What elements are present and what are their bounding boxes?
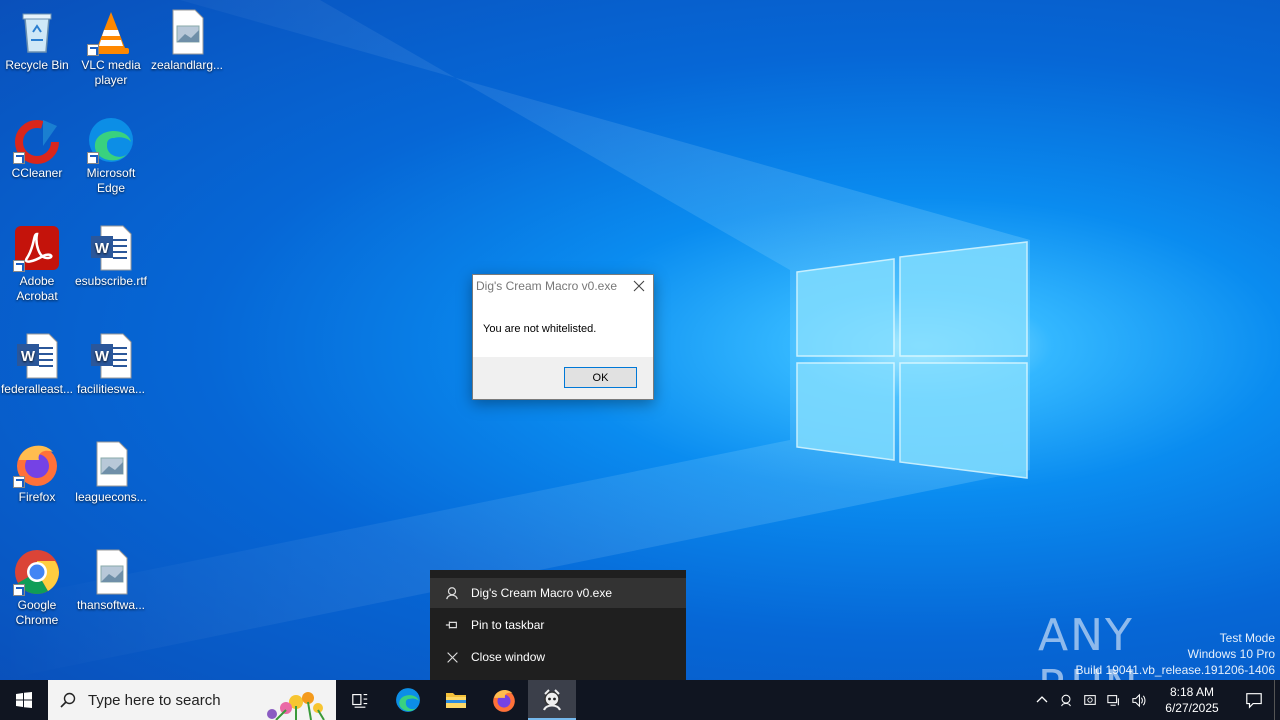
desktop-icon-label: zealandlarg... [150, 58, 224, 72]
desktop-icon-federalleast[interactable]: W federalleast... [0, 332, 75, 397]
desktop-icon-leaguecons[interactable]: leaguecons... [73, 440, 149, 505]
recycle-bin-icon [22, 13, 52, 53]
desktop-icon-thansoftwa[interactable]: thansoftwa... [73, 548, 149, 613]
chevron-up-icon [1036, 696, 1048, 703]
security-icon [1084, 695, 1096, 705]
desktop-icon-label: thansoftwa... [76, 598, 146, 612]
dialog-title: Dig's Cream Macro v0.exe [476, 279, 617, 293]
desktop-icon-zealandlarg[interactable]: zealandlarg... [149, 8, 225, 73]
close-icon [444, 649, 460, 665]
taskbar-edge[interactable] [384, 680, 432, 720]
desktop-icon-label: facilitieswa... [76, 382, 146, 396]
image-file-icon [172, 9, 204, 55]
taskbar: Type here to search 8:18 AM 6/27/2025 [0, 680, 1280, 720]
desktop-icon-esubscribe[interactable]: W esubscribe.rtf [73, 224, 149, 289]
desktop-icon-facilitieswa[interactable]: W facilitieswa... [73, 332, 149, 397]
desktop-icon-label: VLC media player [81, 58, 141, 87]
windows-start-icon [16, 692, 32, 708]
clock-date: 6/27/2025 [1165, 701, 1219, 715]
tray-security-icon[interactable] [1078, 680, 1102, 720]
shortcut-arrow-icon [13, 584, 25, 596]
taskbar-clock[interactable]: 8:18 AM 6/27/2025 [1156, 684, 1228, 716]
tray-network-icon[interactable] [1102, 680, 1126, 720]
desktop-icon-label: CCleaner [11, 166, 63, 180]
desktop-icon-label: Recycle Bin [5, 58, 69, 72]
test-mode-watermark: Test Mode Windows 10 Pro Build 19041.vb_… [1076, 630, 1276, 678]
image-file-icon [96, 549, 128, 595]
close-icon[interactable] [633, 280, 645, 292]
desktop-icon-label: leaguecons... [75, 490, 147, 504]
taskbar-firefox[interactable] [480, 680, 528, 720]
jumplist-item-label: Close window [471, 650, 546, 664]
svg-text:W: W [95, 240, 110, 257]
desktop-icon-recycle-bin[interactable]: Recycle Bin [0, 8, 75, 73]
desktop-icon-vlc[interactable]: VLC media player [73, 8, 149, 88]
taskbar-file-explorer[interactable] [432, 680, 480, 720]
start-button[interactable] [0, 680, 48, 720]
ok-button[interactable]: OK [564, 367, 637, 388]
desktop-icon-label: Adobe Acrobat [16, 274, 58, 303]
watermark-line3: Build 19041.vb_release.191206-1406 [1075, 663, 1276, 677]
volume-icon [1131, 693, 1145, 707]
shortcut-arrow-icon [87, 152, 99, 164]
tray-app-icon[interactable] [1054, 680, 1078, 720]
desktop-icon-firefox[interactable]: Firefox [0, 440, 75, 505]
action-center-button[interactable] [1234, 680, 1274, 720]
task-view-button[interactable] [336, 680, 384, 720]
search-box[interactable]: Type here to search [48, 680, 336, 720]
pin-icon [444, 617, 460, 633]
firefox-icon [493, 690, 515, 712]
jumplist-item-label: Pin to taskbar [471, 618, 545, 632]
task-view-icon [352, 694, 368, 708]
watermark-line2: Windows 10 Pro [1187, 647, 1275, 661]
app-icon [444, 585, 460, 601]
desktop-icon-edge[interactable]: Microsoft Edge [73, 116, 149, 196]
edge-icon [396, 688, 420, 712]
taskbar-jump-list: Dig's Cream Macro v0.exe Pin to taskbar … [430, 570, 686, 680]
taskbar-dig-cream-macro[interactable] [528, 680, 576, 720]
shortcut-arrow-icon [87, 44, 99, 56]
tray-volume-icon[interactable] [1126, 680, 1150, 720]
jumplist-item-pin[interactable]: Pin to taskbar [430, 610, 686, 640]
jumplist-item-app[interactable]: Dig's Cream Macro v0.exe [430, 578, 686, 608]
windows-logo-wallpaper [796, 241, 1028, 479]
show-desktop-button[interactable] [1274, 680, 1280, 720]
notification-icon [1246, 693, 1262, 709]
macro-app-icon [1061, 694, 1071, 707]
desktop-icon-chrome[interactable]: Google Chrome [0, 548, 75, 628]
desktop-icon-acrobat[interactable]: Adobe Acrobat [0, 224, 75, 304]
desktop-icon-label: federalleast... [0, 382, 74, 396]
dialog-footer: OK [473, 357, 653, 399]
desktop-icon-label: Microsoft Edge [86, 166, 136, 195]
shortcut-arrow-icon [13, 260, 25, 272]
tray-overflow-button[interactable] [1030, 680, 1054, 720]
folder-icon [446, 693, 466, 708]
image-file-icon [96, 441, 128, 487]
message-dialog: Dig's Cream Macro v0.exe You are not whi… [472, 274, 654, 400]
word-doc-icon: W [91, 225, 132, 271]
clock-time: 8:18 AM [1169, 685, 1215, 699]
search-highlight-flowers-icon [267, 692, 325, 720]
desktop-icon-label: Google Chrome [15, 598, 59, 627]
desktop-icon-label: Firefox [18, 490, 56, 504]
system-tray: 8:18 AM 6/27/2025 [1030, 680, 1280, 720]
jumplist-item-close[interactable]: Close window [430, 642, 686, 672]
svg-text:W: W [95, 348, 110, 365]
word-doc-icon: W [91, 333, 132, 379]
word-doc-icon: W [17, 333, 58, 379]
network-icon [1107, 695, 1119, 706]
shortcut-arrow-icon [13, 476, 25, 488]
desktop-icon-ccleaner[interactable]: CCleaner [0, 116, 75, 181]
watermark-line1: Test Mode [1219, 631, 1275, 645]
search-placeholder: Type here to search [88, 691, 221, 709]
svg-text:W: W [21, 348, 36, 365]
macro-app-icon [543, 689, 561, 711]
jumplist-item-label: Dig's Cream Macro v0.exe [471, 586, 612, 600]
search-icon [60, 692, 76, 708]
shortcut-arrow-icon [13, 152, 25, 164]
dialog-message: You are not whitelisted. [483, 323, 597, 335]
desktop-icon-label: esubscribe.rtf [74, 274, 148, 288]
